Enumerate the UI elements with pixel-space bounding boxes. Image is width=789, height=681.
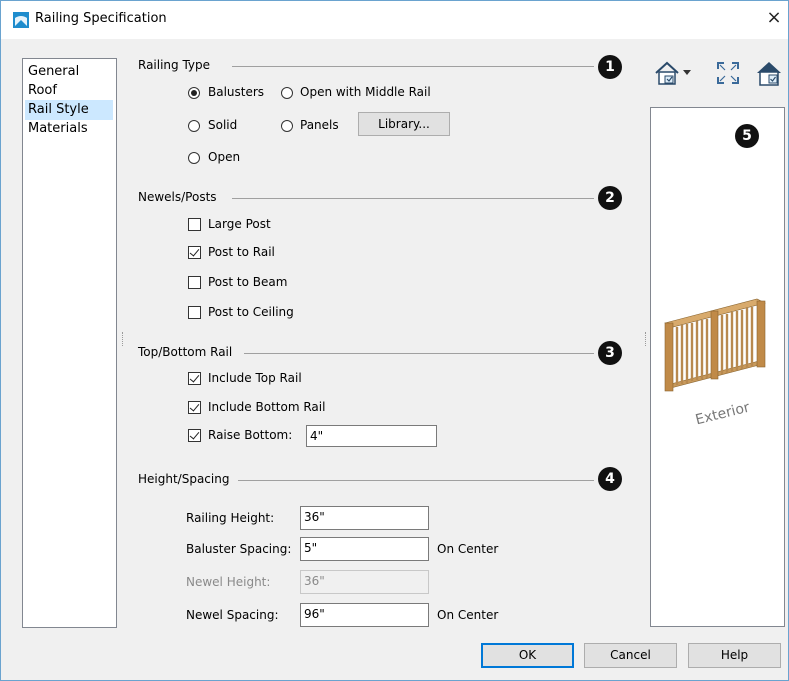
- top-bottom-rail-divider: [244, 353, 594, 354]
- balusters-label: Balusters: [208, 85, 265, 99]
- open-middle-rail-label: Open with Middle Rail: [300, 85, 431, 99]
- nav-item-roof[interactable]: Roof: [25, 81, 113, 101]
- nav-item-general[interactable]: General: [25, 62, 113, 82]
- height-spacing-divider: [238, 480, 594, 481]
- newel-height-field: 36": [300, 570, 429, 594]
- solid-label: Solid: [208, 118, 238, 132]
- newels-divider: [232, 198, 594, 199]
- post-to-rail-label: Post to Rail: [208, 245, 275, 259]
- post-to-ceiling-label: Post to Ceiling: [208, 305, 294, 319]
- nav-item-rail-style[interactable]: Rail Style: [25, 100, 113, 120]
- right-splitter-grip[interactable]: [645, 332, 648, 346]
- include-bottom-rail-checkbox[interactable]: [188, 401, 201, 414]
- app-icon: [13, 12, 29, 28]
- baluster-spacing-suffix: On Center: [437, 542, 499, 556]
- raise-bottom-label: Raise Bottom:: [208, 428, 293, 442]
- panels-label: Panels: [300, 118, 339, 132]
- close-icon[interactable]: ×: [764, 8, 784, 28]
- callout-badge-2: 2: [598, 186, 622, 210]
- post-to-rail-checkbox[interactable]: [188, 246, 201, 259]
- ok-button[interactable]: OK: [481, 643, 574, 668]
- baluster-spacing-label: Baluster Spacing:: [186, 542, 292, 556]
- post-to-ceiling-checkbox[interactable]: [188, 306, 201, 319]
- post-to-beam-label: Post to Beam: [208, 275, 288, 289]
- newel-height-label: Newel Height:: [186, 575, 271, 589]
- balusters-radio[interactable]: [188, 87, 200, 99]
- railing-type-divider: [232, 66, 594, 67]
- view-mode-icon[interactable]: [652, 58, 696, 88]
- solid-radio[interactable]: [188, 120, 200, 132]
- railing-height-label: Railing Height:: [186, 511, 275, 525]
- baluster-spacing-field[interactable]: 5": [300, 537, 429, 561]
- library-button[interactable]: Library...: [358, 112, 450, 136]
- window-title: Railing Specification: [35, 11, 167, 26]
- exterior-label: Exterior: [693, 399, 752, 429]
- height-spacing-heading: Height/Spacing: [138, 472, 230, 486]
- open-radio[interactable]: [188, 152, 200, 164]
- newel-spacing-label: Newel Spacing:: [186, 608, 279, 622]
- top-bottom-rail-heading: Top/Bottom Rail: [138, 345, 233, 359]
- railing-type-heading: Railing Type: [138, 58, 211, 72]
- railing-height-field[interactable]: 36": [300, 506, 429, 530]
- open-middle-rail-radio[interactable]: [281, 87, 293, 99]
- fit-view-icon[interactable]: [715, 60, 741, 86]
- raise-bottom-field[interactable]: 4": [306, 425, 437, 447]
- nav-item-materials[interactable]: Materials: [25, 119, 113, 139]
- dropdown-arrow-icon: [683, 70, 691, 75]
- include-top-rail-checkbox[interactable]: [188, 372, 201, 385]
- include-bottom-rail-label: Include Bottom Rail: [208, 400, 326, 414]
- raise-bottom-checkbox[interactable]: [188, 429, 201, 442]
- callout-badge-4: 4: [598, 467, 622, 491]
- cancel-button[interactable]: Cancel: [584, 643, 677, 668]
- panels-radio[interactable]: [281, 120, 293, 132]
- callout-badge-1: 1: [598, 55, 622, 79]
- newel-spacing-field[interactable]: 96": [300, 603, 429, 627]
- large-post-label: Large Post: [208, 217, 271, 231]
- railing-preview-image: [664, 298, 766, 392]
- category-list: General Roof Rail Style Materials: [22, 58, 117, 628]
- callout-badge-5: 5: [735, 124, 759, 148]
- include-top-rail-label: Include Top Rail: [208, 371, 302, 385]
- left-splitter-grip[interactable]: [122, 332, 125, 346]
- newels-heading: Newels/Posts: [138, 190, 217, 204]
- preview-pane[interactable]: 5 Exterior: [650, 107, 785, 627]
- help-button[interactable]: Help: [688, 643, 781, 668]
- large-post-checkbox[interactable]: [188, 218, 201, 231]
- view-options-icon[interactable]: [754, 58, 784, 88]
- newel-spacing-suffix: On Center: [437, 608, 499, 622]
- callout-badge-3: 3: [598, 341, 622, 365]
- post-to-beam-checkbox[interactable]: [188, 276, 201, 289]
- open-label: Open: [208, 150, 241, 164]
